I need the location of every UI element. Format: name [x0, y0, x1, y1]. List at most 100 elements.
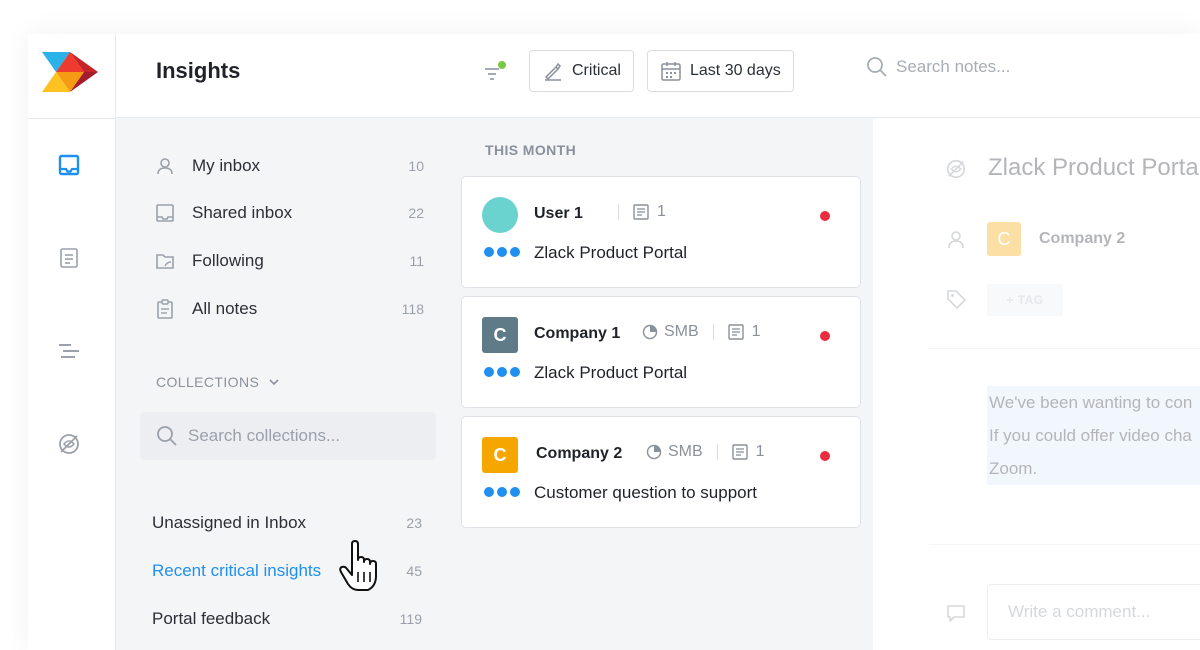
company-name[interactable]: Company 2: [1039, 230, 1125, 248]
insights-icon[interactable]: [57, 432, 81, 456]
notes-count: 1: [731, 443, 765, 461]
avatar: C: [482, 437, 518, 473]
divider: [712, 324, 714, 340]
segment-badge: SMB: [646, 443, 703, 461]
search-icon: [157, 426, 177, 446]
critical-indicator: [820, 331, 830, 341]
notes-count-value: 1: [755, 443, 765, 460]
note-card[interactable]: C Company 2 SMB 1 Customer question to s…: [461, 416, 861, 528]
pie-chart-icon: [646, 444, 662, 460]
collections-search: [140, 412, 436, 460]
notes-count-value: 1: [751, 323, 761, 340]
user-icon: [154, 155, 176, 177]
nav-item-label: Following: [192, 251, 264, 270]
clipboard-icon: [154, 298, 176, 320]
collection-label: Portal feedback: [152, 609, 271, 628]
following-icon: [154, 250, 176, 272]
roadmap-icon[interactable]: [57, 339, 81, 363]
note-meta: SMB 1: [646, 443, 765, 461]
segment-label: SMB: [664, 323, 699, 340]
notes-count-value: 1: [657, 203, 666, 220]
nav-item-label: My inbox: [192, 156, 261, 175]
avatar: [482, 197, 518, 233]
avatar: C: [482, 317, 518, 353]
collections-toggle[interactable]: COLLECTIONS: [156, 374, 281, 390]
note-body-line: We've been wanting to con: [989, 393, 1193, 412]
note-meta: 1: [604, 203, 666, 221]
divider: [618, 204, 619, 220]
note-icon: [727, 324, 744, 340]
icon-rail: [28, 34, 116, 650]
nav-item-label: All notes: [192, 299, 258, 318]
collection-portal-feedback[interactable]: Portal feedback 119: [152, 606, 422, 632]
divider: [929, 544, 1200, 545]
page-title: Insights: [156, 58, 241, 83]
inbox-navigation: My inbox 10 Shared inbox 22 Following 11…: [116, 118, 445, 650]
inbox-icon: [154, 202, 176, 224]
segment-badge: SMB: [642, 323, 699, 341]
note-icon: [731, 444, 748, 460]
collection-count: 23: [406, 515, 422, 531]
importance-dots: [484, 367, 523, 377]
chevron-down-icon: [269, 379, 279, 386]
nav-item-shared-inbox[interactable]: Shared inbox 22: [154, 199, 424, 227]
nav-item-my-inbox[interactable]: My inbox 10: [154, 152, 424, 180]
date-chip-label: Last 30 days: [690, 62, 781, 79]
nav-item-count: 10: [408, 158, 424, 174]
add-tag-button[interactable]: + TAG: [987, 284, 1063, 316]
divider: [716, 444, 718, 460]
insights-icon: [946, 159, 966, 179]
importance-dots: [484, 487, 523, 497]
pie-chart-icon: [642, 324, 658, 340]
collection-count: 119: [399, 611, 422, 627]
divider: [929, 348, 1200, 349]
detail-title: Zlack Product Porta: [988, 154, 1199, 181]
nav-item-count: 22: [408, 205, 424, 221]
nav-item-count: 11: [409, 253, 424, 269]
note-card[interactable]: User 1 1 Zlack Product Portal: [461, 176, 861, 288]
notes-list: THIS MONTH User 1 1 Zlack Product Portal…: [445, 118, 873, 650]
calendar-icon: [661, 62, 681, 81]
nav-item-count: 118: [401, 301, 424, 317]
note-title: Zlack Product Portal: [534, 363, 688, 382]
rail-divider: [28, 118, 116, 119]
collections-label: COLLECTIONS: [156, 374, 260, 390]
note-meta: SMB 1: [642, 323, 761, 341]
inbox-icon[interactable]: [57, 153, 81, 177]
notes-icon[interactable]: [57, 246, 81, 270]
hand-cursor-icon: [339, 540, 377, 591]
note-title: Customer question to support: [534, 483, 758, 502]
app-logo[interactable]: [42, 52, 98, 92]
critical-indicator: [820, 451, 830, 461]
note-card[interactable]: C Company 1 SMB 1 Zlack Product Portal: [461, 296, 861, 408]
nav-item-following[interactable]: Following 11: [154, 247, 424, 275]
date-range-chip[interactable]: Last 30 days: [647, 50, 794, 92]
user-icon: [948, 231, 964, 249]
search-notes: [866, 56, 1156, 78]
critical-chip-label: Critical: [572, 62, 621, 79]
collection-label: Unassigned in Inbox: [152, 513, 307, 532]
tag-icon: [947, 290, 967, 310]
collections-search-input[interactable]: [188, 426, 428, 446]
note-detail-panel: Zlack Product Porta C Company 2 + TAG We…: [873, 118, 1200, 650]
note-title: Zlack Product Portal: [534, 243, 688, 262]
critical-filter-chip[interactable]: Critical: [529, 50, 634, 92]
note-author: User 1: [534, 205, 583, 222]
nav-item-label: Shared inbox: [192, 203, 293, 222]
top-header: Insights Critical Last 30 days: [116, 34, 1200, 118]
search-icon: [867, 57, 887, 77]
note-body-line: Zoom.: [989, 459, 1038, 478]
collection-unassigned-in-inbox[interactable]: Unassigned in Inbox 23: [152, 510, 422, 536]
segment-label: SMB: [668, 443, 703, 460]
search-notes-input[interactable]: [896, 57, 1156, 77]
filter-icon[interactable]: [482, 60, 508, 86]
note-icon: [633, 204, 649, 220]
collection-count: 45: [406, 563, 422, 579]
nav-item-all-notes[interactable]: All notes 118: [154, 295, 424, 323]
collection-label: Recent critical insights: [152, 561, 322, 580]
company-avatar: C: [987, 222, 1021, 256]
notes-count: 1: [633, 203, 666, 221]
comment-input[interactable]: Write a comment...: [987, 584, 1200, 640]
notes-count: 1: [727, 323, 761, 341]
note-body-line: If you could offer video cha: [989, 426, 1192, 445]
